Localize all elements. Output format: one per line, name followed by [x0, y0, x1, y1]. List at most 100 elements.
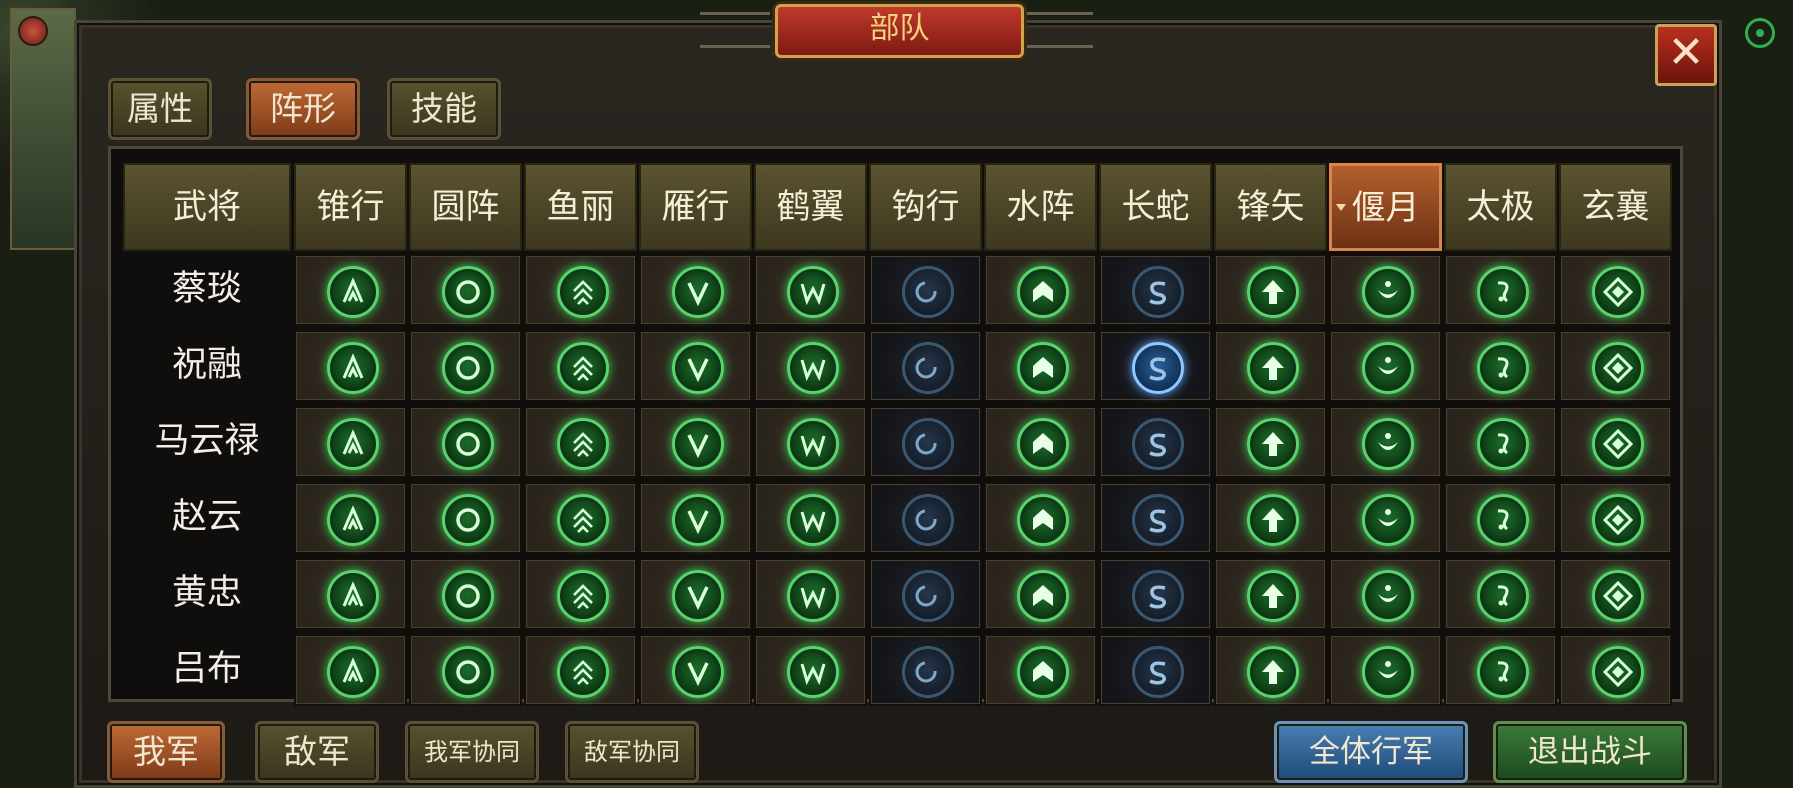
- general-name[interactable]: 黄忠: [123, 558, 291, 630]
- general-name[interactable]: 马云禄: [123, 406, 291, 478]
- taiji-icon[interactable]: [1476, 570, 1529, 622]
- arrow-chevron-icon[interactable]: [326, 418, 379, 470]
- w-icon[interactable]: [786, 418, 839, 470]
- circle-ring-icon[interactable]: [441, 570, 494, 622]
- taiji-icon[interactable]: [1476, 494, 1529, 546]
- my-coop-button[interactable]: 我军协同: [405, 721, 539, 783]
- crescent-icon[interactable]: [1361, 646, 1414, 698]
- w-icon[interactable]: [786, 494, 839, 546]
- header-formation[interactable]: 鱼丽: [524, 163, 637, 251]
- header-formation[interactable]: 钩行: [869, 163, 982, 251]
- header-formation[interactable]: 锋矢: [1214, 163, 1327, 251]
- header-formation[interactable]: 水阵: [984, 163, 1097, 251]
- header-formation[interactable]: 雁行: [639, 163, 752, 251]
- crescent-icon[interactable]: [1361, 494, 1414, 546]
- my-army-button[interactable]: 我军: [107, 721, 225, 783]
- header-formation[interactable]: 太极: [1444, 163, 1557, 251]
- double-chevron-icon[interactable]: [556, 570, 609, 622]
- w-icon[interactable]: [786, 266, 839, 318]
- w-icon[interactable]: [786, 570, 839, 622]
- circle-ring-icon[interactable]: [441, 266, 494, 318]
- hook-icon[interactable]: [901, 266, 954, 318]
- snake-s-icon[interactable]: [1131, 494, 1184, 546]
- v-icon[interactable]: [671, 266, 724, 318]
- house-icon[interactable]: [1016, 418, 1069, 470]
- header-formation[interactable]: 偃月: [1329, 163, 1442, 251]
- snake-s-icon[interactable]: [1131, 646, 1184, 698]
- hook-icon[interactable]: [901, 646, 954, 698]
- diamond-icon[interactable]: [1591, 494, 1644, 546]
- diamond-icon[interactable]: [1591, 266, 1644, 318]
- v-icon[interactable]: [671, 646, 724, 698]
- circle-ring-icon[interactable]: [441, 342, 494, 394]
- hook-icon[interactable]: [901, 418, 954, 470]
- general-name[interactable]: 吕布: [123, 634, 291, 706]
- header-formation[interactable]: 鹤翼: [754, 163, 867, 251]
- snake-s-icon[interactable]: [1131, 266, 1184, 318]
- circle-ring-icon[interactable]: [441, 494, 494, 546]
- taiji-icon[interactable]: [1476, 418, 1529, 470]
- exit-battle-button[interactable]: 退出战斗: [1493, 721, 1687, 783]
- house-icon[interactable]: [1016, 342, 1069, 394]
- house-icon[interactable]: [1016, 494, 1069, 546]
- double-chevron-icon[interactable]: [556, 418, 609, 470]
- diamond-icon[interactable]: [1591, 570, 1644, 622]
- diamond-icon[interactable]: [1591, 342, 1644, 394]
- header-formation[interactable]: 圆阵: [409, 163, 522, 251]
- arrow-chevron-icon[interactable]: [326, 342, 379, 394]
- up-arrow-icon[interactable]: [1246, 342, 1299, 394]
- w-icon[interactable]: [786, 342, 839, 394]
- house-icon[interactable]: [1016, 570, 1069, 622]
- tab-formation[interactable]: 阵形: [246, 78, 360, 140]
- arrow-chevron-icon[interactable]: [326, 646, 379, 698]
- v-icon[interactable]: [671, 494, 724, 546]
- w-icon[interactable]: [786, 646, 839, 698]
- diamond-icon[interactable]: [1591, 418, 1644, 470]
- arrow-chevron-icon[interactable]: [326, 266, 379, 318]
- header-formation[interactable]: 长蛇: [1099, 163, 1212, 251]
- up-arrow-icon[interactable]: [1246, 646, 1299, 698]
- double-chevron-icon[interactable]: [556, 266, 609, 318]
- tab-skills[interactable]: 技能: [387, 78, 501, 140]
- snake-s-icon[interactable]: [1131, 342, 1184, 394]
- diamond-icon[interactable]: [1591, 646, 1644, 698]
- crescent-icon[interactable]: [1361, 342, 1414, 394]
- general-name[interactable]: 蔡琰: [123, 254, 291, 326]
- up-arrow-icon[interactable]: [1246, 570, 1299, 622]
- hook-icon[interactable]: [901, 494, 954, 546]
- up-arrow-icon[interactable]: [1246, 418, 1299, 470]
- header-formation[interactable]: 锥行: [294, 163, 407, 251]
- crescent-icon[interactable]: [1361, 418, 1414, 470]
- tab-attributes[interactable]: 属性: [108, 78, 212, 140]
- taiji-icon[interactable]: [1476, 342, 1529, 394]
- minimap[interactable]: [10, 8, 76, 250]
- enemy-army-button[interactable]: 敌军: [255, 721, 379, 783]
- crescent-icon[interactable]: [1361, 266, 1414, 318]
- snake-s-icon[interactable]: [1131, 570, 1184, 622]
- double-chevron-icon[interactable]: [556, 494, 609, 546]
- double-chevron-icon[interactable]: [556, 342, 609, 394]
- enemy-coop-button[interactable]: 敌军协同: [565, 721, 699, 783]
- hook-icon[interactable]: [901, 570, 954, 622]
- minimap-marker-icon[interactable]: [18, 16, 48, 46]
- v-icon[interactable]: [671, 418, 724, 470]
- hook-icon[interactable]: [901, 342, 954, 394]
- march-all-button[interactable]: 全体行军: [1274, 721, 1468, 783]
- taiji-icon[interactable]: [1476, 266, 1529, 318]
- house-icon[interactable]: [1016, 266, 1069, 318]
- up-arrow-icon[interactable]: [1246, 266, 1299, 318]
- arrow-chevron-icon[interactable]: [326, 570, 379, 622]
- up-arrow-icon[interactable]: [1246, 494, 1299, 546]
- taiji-icon[interactable]: [1476, 646, 1529, 698]
- circle-ring-icon[interactable]: [441, 418, 494, 470]
- house-icon[interactable]: [1016, 646, 1069, 698]
- circle-ring-icon[interactable]: [441, 646, 494, 698]
- crescent-icon[interactable]: [1361, 570, 1414, 622]
- header-formation[interactable]: 玄襄: [1559, 163, 1672, 251]
- double-chevron-icon[interactable]: [556, 646, 609, 698]
- close-button[interactable]: ✕: [1655, 24, 1717, 86]
- snake-s-icon[interactable]: [1131, 418, 1184, 470]
- v-icon[interactable]: [671, 570, 724, 622]
- general-name[interactable]: 赵云: [123, 482, 291, 554]
- arrow-chevron-icon[interactable]: [326, 494, 379, 546]
